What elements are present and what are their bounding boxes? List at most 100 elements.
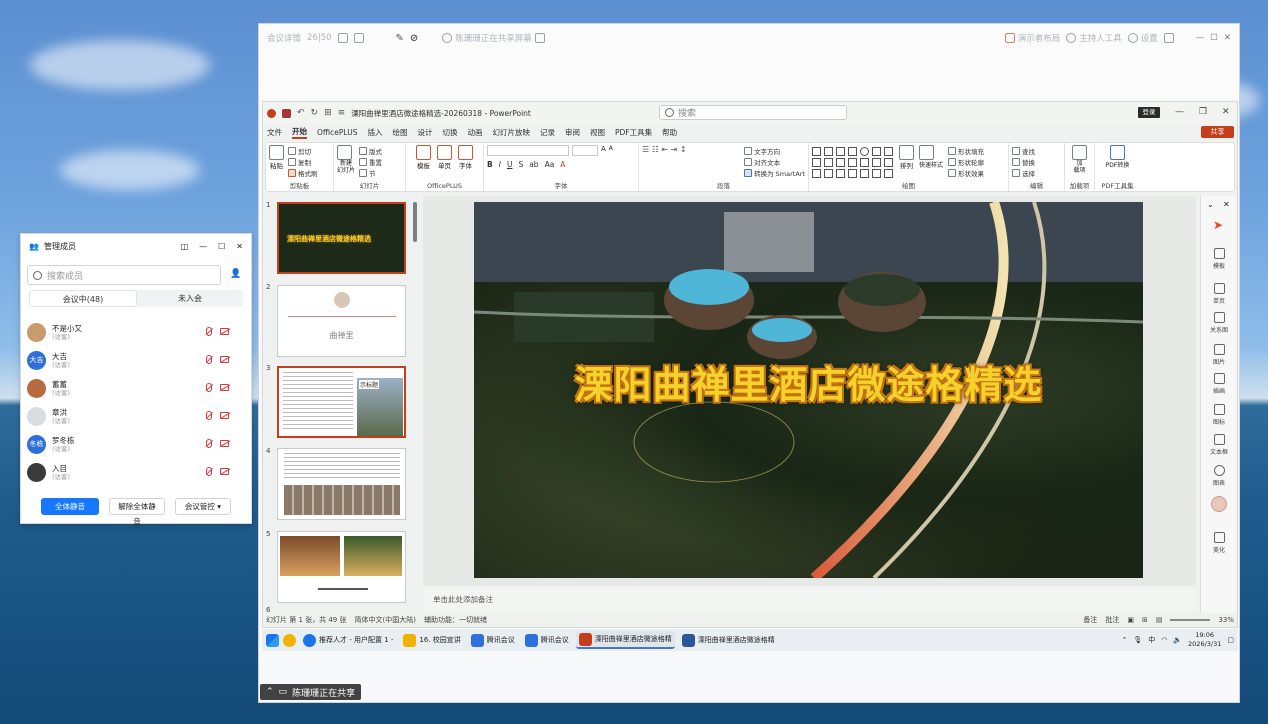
font-size-select[interactable] <box>572 145 598 156</box>
member-row[interactable]: 大吉 大吉 (访客) <box>27 348 247 372</box>
tab-not-joined[interactable]: 未入会 <box>137 290 243 307</box>
mic-off-icon[interactable] <box>206 383 212 392</box>
spacing-icon[interactable]: ab <box>529 160 538 169</box>
menu-insert[interactable]: 插入 <box>367 127 382 138</box>
camera-off-icon[interactable] <box>220 468 229 475</box>
normal-view-icon[interactable]: ▣ <box>1127 616 1134 624</box>
member-search-input[interactable]: 搜索成员 <box>27 265 221 285</box>
camera-off-icon[interactable] <box>220 440 229 447</box>
minimize-icon[interactable]: — <box>199 242 207 251</box>
shapes-gallery[interactable] <box>812 147 894 178</box>
shape-outline-button[interactable]: 形状轮廓 <box>948 156 984 167</box>
settings-button[interactable]: 设置 <box>1127 32 1158 44</box>
share-button[interactable]: 共享 <box>1201 126 1234 138</box>
paste-button[interactable]: 粘贴 <box>269 145 284 178</box>
font-color-icon[interactable]: A <box>560 160 565 169</box>
single-page-button[interactable]: 单页 <box>437 145 452 170</box>
menu-transitions[interactable]: 切换 <box>442 127 457 138</box>
side-avatar[interactable] <box>1204 496 1234 514</box>
popout-icon[interactable] <box>353 33 364 43</box>
clock[interactable]: 19:06 2026/3/31 <box>1188 631 1221 649</box>
pdf-convert-button[interactable]: PDF转换 <box>1098 145 1137 169</box>
side-textbox[interactable]: 文本框 <box>1204 434 1234 456</box>
undo-icon[interactable]: ↶ <box>297 108 305 118</box>
italic-icon[interactable]: I <box>499 160 501 169</box>
current-slide[interactable]: 溧阳曲禅里酒店微途格精选 <box>474 202 1143 578</box>
format-painter-button[interactable]: 格式刷 <box>288 167 318 178</box>
template-button[interactable]: 模板 <box>416 145 431 170</box>
volume-icon[interactable]: 🔈 <box>1173 636 1182 644</box>
chevron-up-icon[interactable]: ⌃ <box>1121 636 1127 644</box>
side-diagram[interactable]: 关系图 <box>1204 312 1234 334</box>
font-name-select[interactable] <box>487 145 569 156</box>
maximize-icon[interactable]: ☐ <box>218 242 225 251</box>
taskbar-task[interactable]: 推荐人才 - 用户配置 1 - <box>300 631 396 649</box>
mic-off-icon[interactable] <box>206 439 212 448</box>
menu-pdf-tools[interactable]: PDF工具集 <box>615 127 652 138</box>
layout-button[interactable]: 版式 <box>359 145 382 156</box>
select-button[interactable]: 选择 <box>1012 167 1061 178</box>
side-chart[interactable]: 图表 <box>1204 465 1234 487</box>
mic-off-icon[interactable] <box>206 467 212 476</box>
side-picture[interactable]: 图片 <box>1204 344 1234 366</box>
menu-slideshow[interactable]: 幻灯片放映 <box>492 127 530 138</box>
member-row[interactable]: 不是小又 (访客) <box>27 320 247 344</box>
addins-button[interactable]: 加 载项 <box>1068 145 1091 174</box>
network-indicator[interactable]: 26|50 <box>307 33 332 43</box>
autosave-icon[interactable] <box>267 108 276 118</box>
side-single-page[interactable]: 单页 <box>1204 283 1234 305</box>
collapse-icon[interactable]: ⌄ <box>1207 200 1214 209</box>
grow-font-icon[interactable]: A <box>601 145 606 156</box>
arrange-button[interactable]: 排列 <box>899 145 914 178</box>
reading-view-icon[interactable]: ▤ <box>1156 616 1163 624</box>
thumbnail-scrollbar[interactable] <box>413 202 417 242</box>
slide-thumb-5[interactable] <box>277 531 406 603</box>
mic-icon[interactable]: 🎙 <box>1133 636 1142 644</box>
camera-off-icon[interactable] <box>220 356 229 363</box>
section-button[interactable]: 节 <box>359 167 382 178</box>
align-text-button[interactable]: 对齐文本 <box>744 156 805 167</box>
case-icon[interactable]: Aa <box>545 160 555 169</box>
menu-draw[interactable]: 绘图 <box>392 127 407 138</box>
slide-thumb-4[interactable] <box>277 448 406 520</box>
invite-user-icon[interactable]: 👤 <box>230 269 242 281</box>
close-icon[interactable]: ✕ <box>1224 33 1231 43</box>
menu-record[interactable]: 记录 <box>540 127 555 138</box>
menu-review[interactable]: 审阅 <box>565 127 580 138</box>
smartart-button[interactable]: 转换为 SmartArt <box>744 167 805 178</box>
save-icon[interactable] <box>282 108 291 118</box>
accessibility-status[interactable]: 辅助功能：一切就绪 <box>424 615 487 625</box>
close-icon[interactable]: ✕ <box>236 242 243 251</box>
redo-icon[interactable]: ↻ <box>311 108 319 118</box>
menu-design[interactable]: 设计 <box>417 127 432 138</box>
member-row[interactable]: 冬栋 罗冬栋 (访客) <box>27 432 247 456</box>
shape-fill-button[interactable]: 形状填充 <box>948 145 984 156</box>
customize-icon[interactable]: ≡ <box>338 108 346 118</box>
menu-officeplus[interactable]: OfficePLUS <box>317 128 357 137</box>
mic-off-icon[interactable] <box>206 355 212 364</box>
notes-pane[interactable]: 单击此处添加备注 <box>423 590 1196 612</box>
copy-icon[interactable] <box>534 33 545 43</box>
copy-button[interactable]: 复制 <box>288 156 318 167</box>
mute-all-button[interactable]: 全体静音 <box>41 498 99 515</box>
side-icons[interactable]: 图标 <box>1204 404 1234 426</box>
member-row[interactable]: 章洪 (访客) <box>27 404 247 428</box>
taskbar-task[interactable]: 溧阳曲禅里酒店微途格精 <box>679 631 778 649</box>
meeting-info-link[interactable]: 会议详情 <box>267 32 301 44</box>
quick-styles-button[interactable]: 快速样式 <box>919 145 943 178</box>
tab-in-meeting[interactable]: 会议中(48) <box>29 290 137 307</box>
replace-button[interactable]: 替换 <box>1012 156 1061 167</box>
notification-icon[interactable]: ▢ <box>1227 636 1234 644</box>
mic-off-icon[interactable] <box>206 411 212 420</box>
camera-off-icon[interactable] <box>220 412 229 419</box>
taskbar-task[interactable]: 溧阳曲禅里酒店微途格精 <box>575 631 675 649</box>
mic-off-icon[interactable] <box>206 327 212 336</box>
slide-thumb-3[interactable]: 示标题 <box>277 366 406 438</box>
taskbar-task[interactable]: 腾讯会议 <box>468 631 518 649</box>
signal-icon[interactable] <box>337 33 348 43</box>
host-tools-button[interactable]: 主持人工具 <box>1066 32 1122 44</box>
zoom-slider[interactable] <box>1170 619 1211 621</box>
annotate-icon[interactable]: ✎ <box>396 33 404 44</box>
wifi-icon[interactable]: ◠ <box>1161 636 1167 644</box>
menu-help[interactable]: 帮助 <box>662 127 677 138</box>
